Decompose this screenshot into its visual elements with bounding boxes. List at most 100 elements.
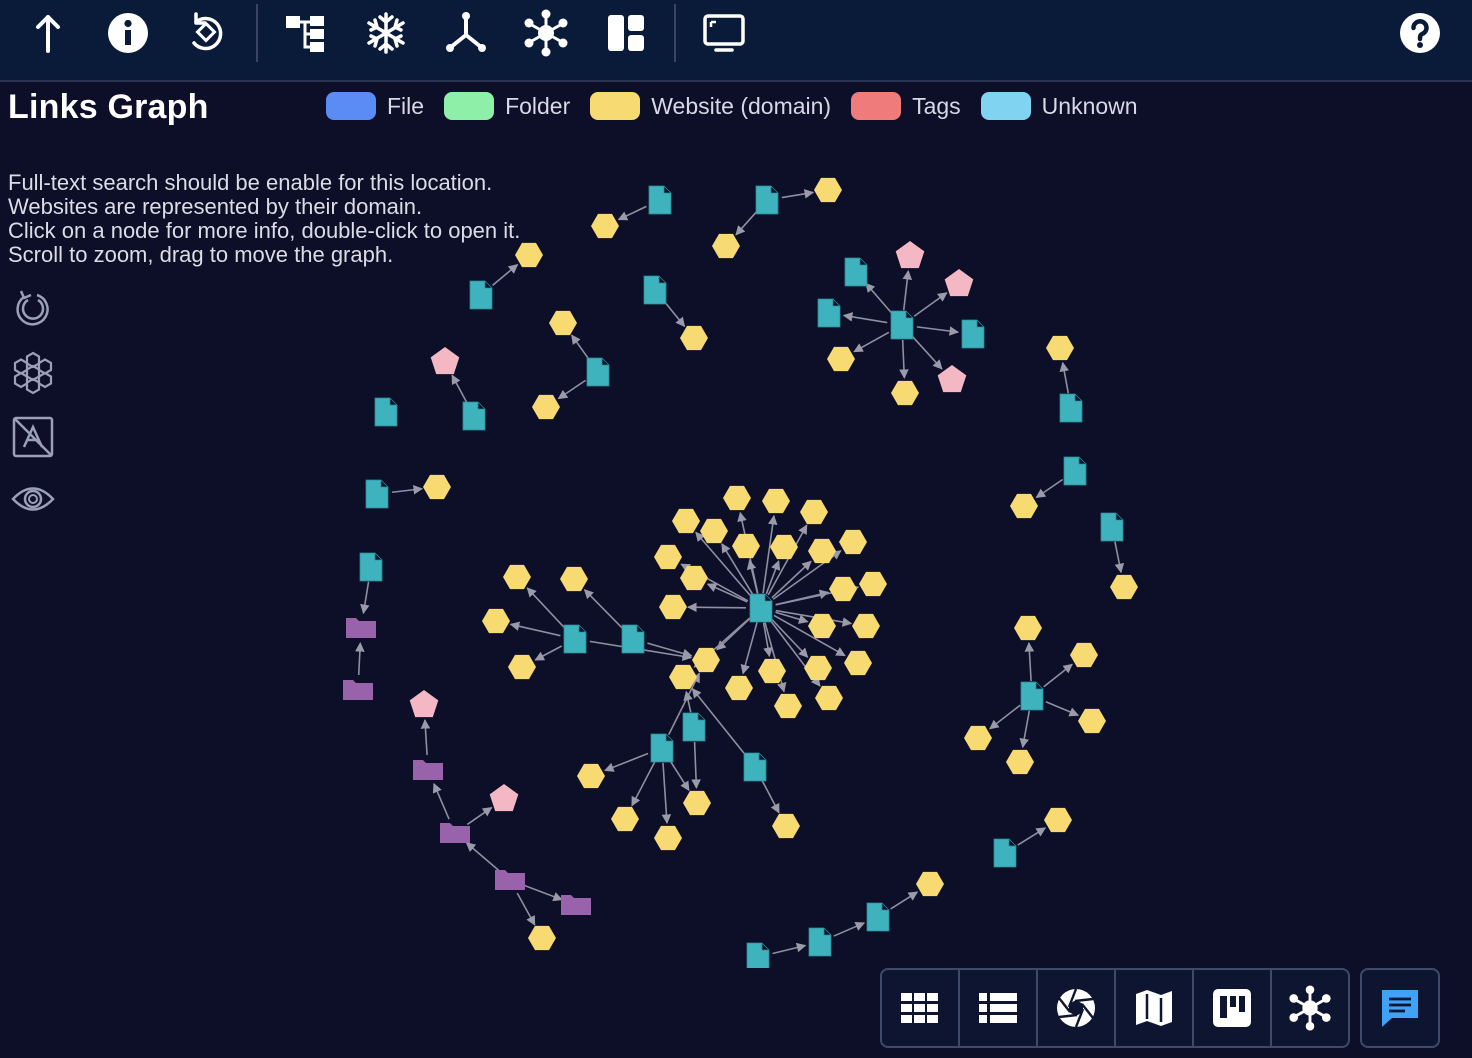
file-node[interactable] <box>808 927 832 957</box>
tag-node[interactable] <box>944 269 974 297</box>
website-node[interactable] <box>774 693 802 719</box>
website-node[interactable] <box>680 565 708 591</box>
website-node[interactable] <box>1044 807 1072 833</box>
website-node[interactable] <box>1110 574 1138 600</box>
kanban-view-button[interactable] <box>1194 970 1272 1046</box>
website-node[interactable] <box>829 576 857 602</box>
website-node[interactable] <box>732 533 760 559</box>
folder-node[interactable] <box>343 680 373 700</box>
website-node[interactable] <box>654 825 682 851</box>
website-node[interactable] <box>654 544 682 570</box>
website-node[interactable] <box>611 806 639 832</box>
file-node[interactable] <box>374 397 398 427</box>
file-node[interactable] <box>866 902 890 932</box>
website-node[interactable] <box>839 529 867 555</box>
fullscreen-button[interactable] <box>694 8 754 58</box>
grid-view-button[interactable] <box>882 970 960 1046</box>
snowflake-button[interactable] <box>356 8 416 58</box>
website-node[interactable] <box>577 763 605 789</box>
info-button[interactable] <box>98 8 158 58</box>
website-node[interactable] <box>560 566 588 592</box>
website-node[interactable] <box>423 474 451 500</box>
website-node[interactable] <box>712 233 740 259</box>
website-node[interactable] <box>852 613 880 639</box>
website-node[interactable] <box>591 213 619 239</box>
file-node[interactable] <box>1059 393 1083 423</box>
website-node[interactable] <box>549 310 577 336</box>
file-node[interactable] <box>746 942 770 968</box>
tree-view-button[interactable] <box>276 8 336 58</box>
website-node[interactable] <box>482 608 510 634</box>
go-up-button[interactable] <box>18 8 78 58</box>
website-node[interactable] <box>672 508 700 534</box>
website-node[interactable] <box>508 654 536 680</box>
layout-button[interactable] <box>596 8 656 58</box>
graph-view-button[interactable] <box>1272 970 1348 1046</box>
file-node[interactable] <box>621 624 645 654</box>
tag-node[interactable] <box>409 690 439 718</box>
file-node[interactable] <box>650 733 674 763</box>
website-node[interactable] <box>827 346 855 372</box>
website-node[interactable] <box>916 871 944 897</box>
website-node[interactable] <box>964 725 992 751</box>
website-node[interactable] <box>770 534 798 560</box>
map-view-button[interactable] <box>1116 970 1194 1046</box>
file-node[interactable] <box>743 752 767 782</box>
website-node[interactable] <box>800 499 828 525</box>
website-node[interactable] <box>1010 493 1038 519</box>
tag-node[interactable] <box>895 241 925 269</box>
hierarchy-button[interactable] <box>436 8 496 58</box>
folder-node[interactable] <box>346 618 376 638</box>
website-node[interactable] <box>659 594 687 620</box>
website-node[interactable] <box>1078 708 1106 734</box>
website-node[interactable] <box>532 394 560 420</box>
website-node[interactable] <box>815 685 843 711</box>
file-node[interactable] <box>359 552 383 582</box>
website-node[interactable] <box>515 242 543 268</box>
website-node[interactable] <box>1014 615 1042 641</box>
website-node[interactable] <box>680 325 708 351</box>
website-node[interactable] <box>804 655 832 681</box>
links-graph-canvas[interactable] <box>0 82 1472 968</box>
chat-button[interactable] <box>1360 968 1440 1048</box>
file-node[interactable] <box>844 257 868 287</box>
file-node[interactable] <box>993 838 1017 868</box>
tag-node[interactable] <box>430 347 460 375</box>
file-node[interactable] <box>682 712 706 742</box>
website-node[interactable] <box>808 538 836 564</box>
file-node[interactable] <box>749 593 773 623</box>
tag-node[interactable] <box>489 784 519 812</box>
gallery-view-button[interactable] <box>1038 970 1116 1046</box>
website-node[interactable] <box>772 813 800 839</box>
file-node[interactable] <box>469 280 493 310</box>
file-node[interactable] <box>648 185 672 215</box>
website-node[interactable] <box>758 658 786 684</box>
file-node[interactable] <box>563 624 587 654</box>
folder-node[interactable] <box>440 823 470 843</box>
network-button[interactable] <box>516 8 576 58</box>
file-node[interactable] <box>365 479 389 509</box>
website-node[interactable] <box>692 647 720 673</box>
website-node[interactable] <box>723 485 751 511</box>
file-node[interactable] <box>462 401 486 431</box>
file-node[interactable] <box>1100 512 1124 542</box>
website-node[interactable] <box>1046 335 1074 361</box>
file-node[interactable] <box>817 298 841 328</box>
website-node[interactable] <box>891 380 919 406</box>
website-node[interactable] <box>844 650 872 676</box>
website-node[interactable] <box>503 564 531 590</box>
website-node[interactable] <box>1070 642 1098 668</box>
website-node[interactable] <box>683 790 711 816</box>
website-node[interactable] <box>859 571 887 597</box>
file-node[interactable] <box>1063 456 1087 486</box>
file-node[interactable] <box>586 357 610 387</box>
website-node[interactable] <box>1006 749 1034 775</box>
file-node[interactable] <box>1020 681 1044 711</box>
tag-node[interactable] <box>937 365 967 393</box>
folder-node[interactable] <box>495 870 525 890</box>
list-view-button[interactable] <box>960 970 1038 1046</box>
folder-node[interactable] <box>561 895 591 915</box>
file-node[interactable] <box>755 185 779 215</box>
help-button[interactable] <box>1390 8 1450 58</box>
file-node[interactable] <box>643 275 667 305</box>
